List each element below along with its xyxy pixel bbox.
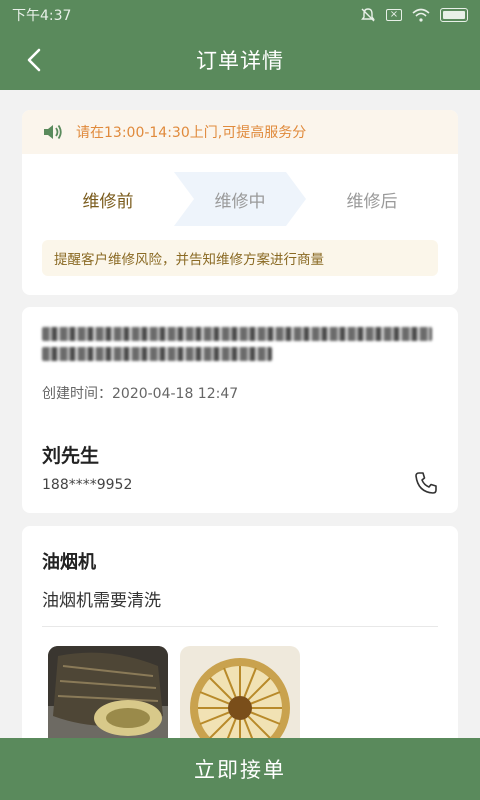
accept-order-button[interactable]: 立即接单 (0, 738, 480, 800)
step-after-repair[interactable]: 维修后 (306, 172, 438, 226)
status-icons: × (360, 7, 468, 23)
notice-text: 请在13:00-14:30上门,可提高服务分 (76, 125, 307, 141)
device-photo-2[interactable] (180, 646, 300, 738)
chevron-left-icon (27, 48, 41, 72)
step-during-repair[interactable]: 维修中 (174, 172, 306, 226)
device-card: 油烟机 油烟机需要清洗 (22, 526, 458, 738)
step-label: 维修中 (214, 191, 266, 212)
back-button[interactable] (22, 44, 52, 76)
status-time: 下午4:37 (12, 8, 72, 24)
visit-notice: 请在13:00-14:30上门,可提高服务分 (22, 110, 458, 154)
device-description: 油烟机需要清洗 (42, 591, 161, 611)
created-time: 创建时间：2020-04-18 12:47 (42, 386, 239, 402)
x-box-icon: × (386, 9, 402, 21)
customer-card: 创建时间：2020-04-18 12:47 刘先生 188****9952 (22, 307, 458, 513)
divider (42, 626, 438, 627)
customer-name: 刘先生 (42, 445, 100, 467)
step-label: 维修前 (82, 191, 134, 212)
call-button[interactable] (414, 471, 438, 495)
speaker-icon (42, 123, 64, 141)
battery-icon (440, 8, 468, 22)
device-name: 油烟机 (42, 552, 96, 573)
wifi-icon (412, 8, 430, 22)
customer-phone: 188****9952 (42, 477, 133, 493)
order-status-card: 请在13:00-14:30上门,可提高服务分 维修前 维修中 维修后 提醒客户维… (22, 110, 458, 295)
step-label: 维修后 (346, 191, 398, 212)
step-before-repair[interactable]: 维修前 (42, 172, 174, 226)
risk-tip: 提醒客户维修风险，并告知维修方案进行商量 (42, 240, 438, 276)
device-photo-1[interactable] (48, 646, 168, 738)
nav-bar: 订单详情 (0, 30, 480, 90)
mute-icon (360, 7, 376, 23)
scroll-content[interactable]: 请在13:00-14:30上门,可提高服务分 维修前 维修中 维修后 提醒客户维… (0, 90, 480, 738)
phone-icon (415, 472, 437, 494)
status-bar: 下午4:37 × (0, 0, 480, 30)
repair-steps: 维修前 维修中 维修后 (42, 172, 438, 226)
address-redacted (42, 327, 432, 367)
page-title: 订单详情 (196, 49, 284, 73)
